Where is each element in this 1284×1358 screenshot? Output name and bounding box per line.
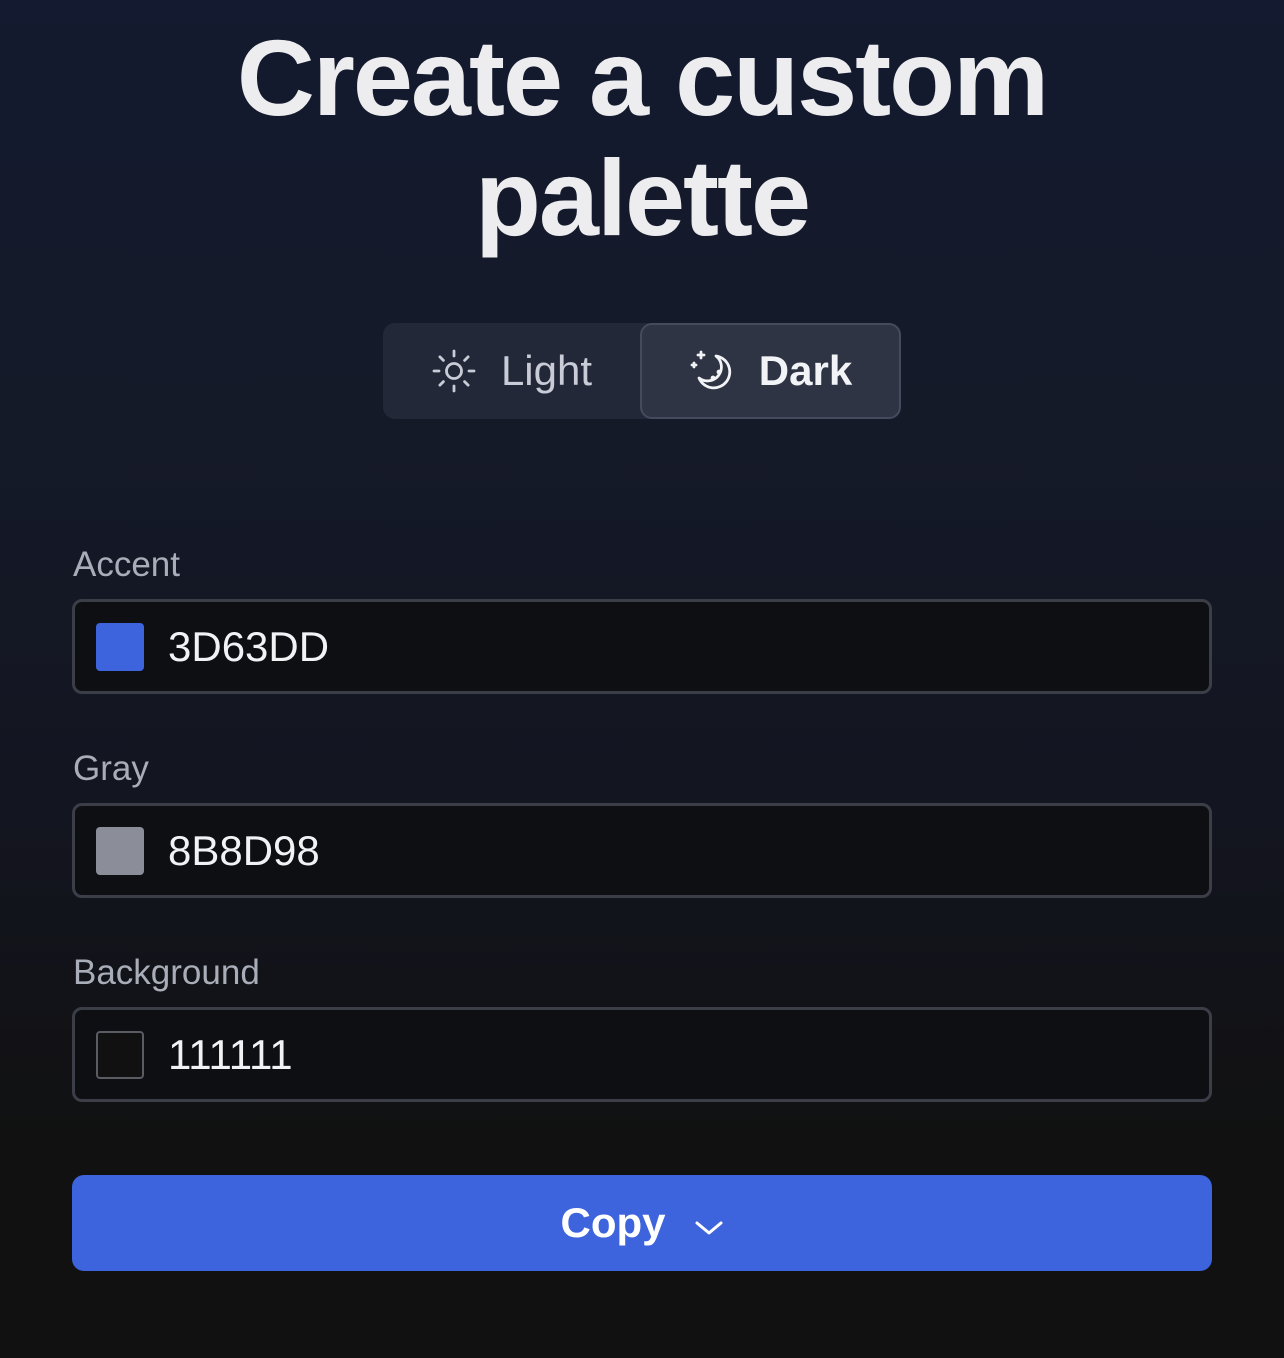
background-field	[72, 1007, 1212, 1102]
sun-icon	[431, 348, 477, 394]
background-color-swatch[interactable]	[96, 1030, 144, 1079]
light-mode-option[interactable]: Light	[383, 323, 640, 419]
dark-mode-option[interactable]: Dark	[640, 323, 901, 419]
page-title-line-1: Create a custom	[236, 17, 1049, 138]
appearance-toggle: Light Dark	[383, 323, 901, 419]
page-title-line-2: palette	[474, 137, 811, 258]
gray-color-swatch[interactable]	[96, 826, 144, 875]
copy-button[interactable]: Copy	[72, 1175, 1212, 1271]
background-label: Background	[73, 953, 260, 992]
gray-label: Gray	[73, 749, 149, 788]
background-input[interactable]	[168, 1030, 1068, 1079]
light-mode-label: Light	[500, 347, 593, 394]
page-title: Create a custom palette	[0, 18, 1284, 258]
gray-input[interactable]	[168, 826, 1068, 875]
accent-input[interactable]	[168, 622, 1068, 671]
gray-field	[72, 803, 1212, 898]
accent-field	[72, 599, 1212, 694]
accent-label: Accent	[73, 545, 180, 584]
chevron-down-icon	[694, 1199, 724, 1247]
dark-mode-label: Dark	[758, 347, 853, 394]
accent-color-swatch[interactable]	[96, 622, 144, 671]
moon-stars-icon	[689, 348, 735, 394]
copy-button-label: Copy	[560, 1199, 666, 1246]
